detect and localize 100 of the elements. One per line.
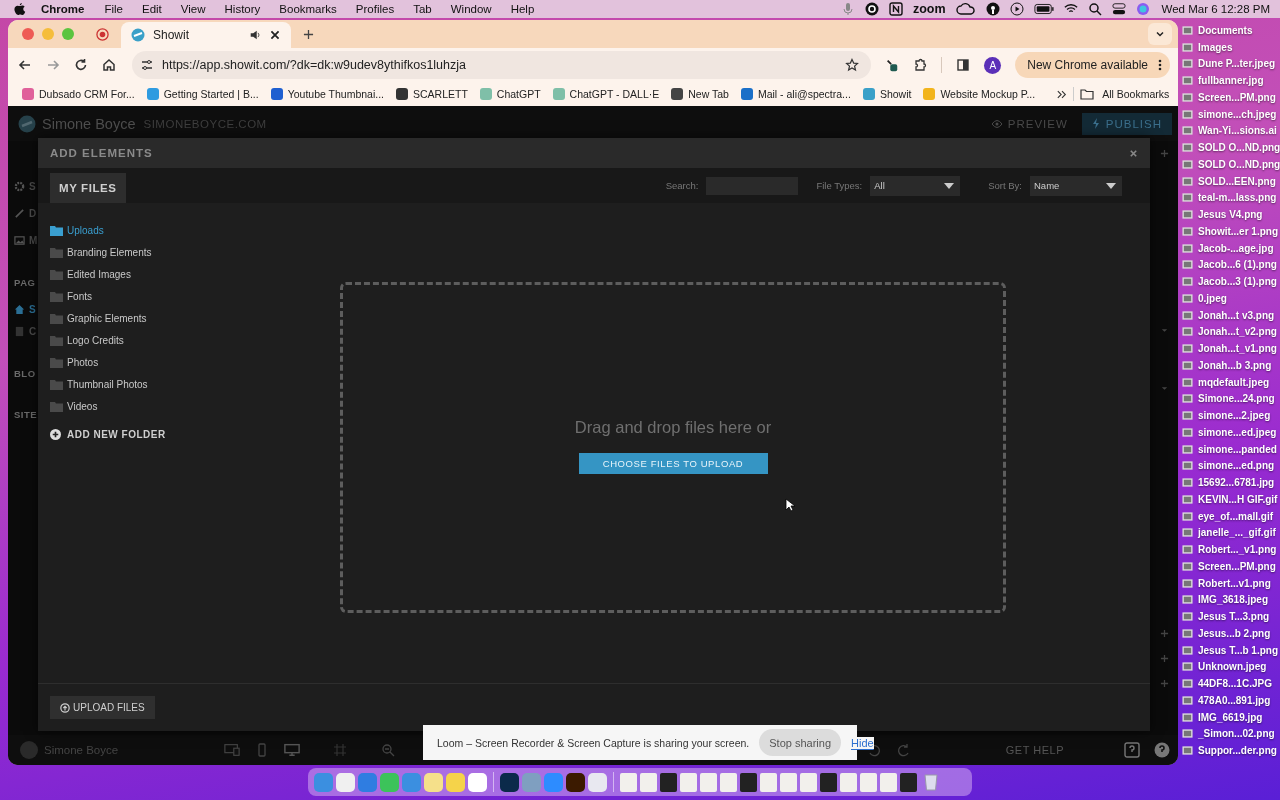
- stop-sharing-button[interactable]: Stop sharing: [759, 729, 841, 756]
- file-icon[interactable]: [1182, 544, 1193, 556]
- plus-icon[interactable]: [1160, 679, 1169, 688]
- menu-item[interactable]: Profiles: [355, 3, 395, 15]
- document-icon[interactable]: [760, 772, 777, 792]
- file-name[interactable]: Suppor...der.png: [1198, 745, 1277, 757]
- bookmark[interactable]: ChatGPT - DALL·E: [552, 88, 660, 100]
- file-icon[interactable]: [1182, 661, 1193, 673]
- document-icon[interactable]: [700, 772, 717, 792]
- file-icon[interactable]: [1182, 460, 1193, 472]
- browser-tab[interactable]: Showit: [121, 22, 291, 48]
- file-name[interactable]: Screen...PM.png: [1198, 560, 1276, 572]
- file-icon[interactable]: [1182, 225, 1193, 237]
- file-icon[interactable]: [1182, 443, 1193, 455]
- folder-item[interactable]: Graphic Elements: [50, 307, 328, 329]
- folder-item[interactable]: Edited Images: [50, 263, 328, 285]
- file-icon[interactable]: [1182, 209, 1193, 221]
- file-name[interactable]: Jonah...b 3.png: [1198, 359, 1272, 371]
- app-icon[interactable]: [588, 772, 607, 792]
- close-icon[interactable]: [269, 29, 281, 41]
- document-icon[interactable]: [640, 772, 657, 792]
- file-icon[interactable]: [1182, 594, 1193, 606]
- file-name[interactable]: Jonah...t v3.png: [1198, 309, 1275, 321]
- circle-logo-icon[interactable]: [864, 2, 879, 16]
- file-name[interactable]: teal-m...lass.png: [1198, 192, 1277, 204]
- file-icon[interactable]: [1182, 108, 1193, 120]
- file-icon[interactable]: [1182, 24, 1193, 36]
- files-tab[interactable]: MY FILES: [50, 173, 126, 203]
- menu-item[interactable]: Window: [450, 3, 492, 15]
- file-name[interactable]: mqdefault.jpeg: [1198, 376, 1270, 388]
- file-icon[interactable]: [1182, 158, 1193, 170]
- document-icon[interactable]: [860, 772, 877, 792]
- profile-avatar[interactable]: A: [984, 56, 1002, 74]
- bookmark[interactable]: ChatGPT: [479, 88, 541, 100]
- file-icon[interactable]: [1182, 376, 1193, 388]
- file-icon[interactable]: [1182, 259, 1193, 271]
- app-icon[interactable]: [424, 772, 443, 792]
- speaker-icon[interactable]: [249, 29, 261, 41]
- cloud-icon[interactable]: [955, 2, 976, 16]
- folder-item[interactable]: Branding Elements: [50, 241, 328, 263]
- file-icon[interactable]: [1182, 242, 1193, 254]
- extension-icon[interactable]: [885, 58, 900, 72]
- file-icon[interactable]: [1182, 611, 1193, 623]
- file-name[interactable]: SOLD O...ND.png: [1198, 158, 1280, 170]
- file-name[interactable]: Dune P...ter.jpeg: [1198, 58, 1276, 70]
- file-icon[interactable]: [1182, 728, 1193, 740]
- bookmark[interactable]: Mail - ali@spectra...: [740, 88, 851, 100]
- file-name[interactable]: Jesus V4.png: [1198, 209, 1263, 221]
- file-icon[interactable]: [1182, 711, 1193, 723]
- zoom-out-icon[interactable]: [380, 743, 397, 757]
- image-icon[interactable]: [14, 234, 25, 246]
- zoom-status-label[interactable]: zoom: [912, 2, 946, 16]
- file-name[interactable]: KEVIN...H GIF.gif: [1198, 493, 1278, 505]
- update-chrome-button[interactable]: New Chrome available: [1015, 52, 1170, 78]
- plus-icon[interactable]: [1160, 629, 1169, 638]
- file-icon[interactable]: [1182, 560, 1193, 572]
- showit-logo-icon[interactable]: [18, 114, 36, 133]
- clock[interactable]: Wed Mar 6 12:28 PM: [1161, 3, 1270, 15]
- battery-icon[interactable]: [1033, 2, 1054, 16]
- document-icon[interactable]: [740, 772, 757, 792]
- file-icon[interactable]: [1182, 493, 1193, 505]
- star-icon[interactable]: [845, 58, 860, 72]
- file-icon[interactable]: [1182, 276, 1193, 288]
- app-icon[interactable]: [446, 772, 465, 792]
- app-icon[interactable]: [500, 772, 519, 792]
- file-name[interactable]: Robert...v1.png: [1198, 577, 1271, 589]
- more-bookmarks-icon[interactable]: [1057, 89, 1068, 99]
- gear-icon[interactable]: [14, 180, 25, 192]
- trash-icon[interactable]: [924, 773, 938, 791]
- bookmark[interactable]: New Tab: [671, 88, 729, 100]
- forward-icon[interactable]: [46, 58, 60, 72]
- app-icon[interactable]: [468, 772, 487, 792]
- plus-icon[interactable]: [1160, 149, 1169, 158]
- file-icon[interactable]: [1182, 477, 1193, 489]
- close-window-button[interactable]: [22, 28, 34, 40]
- file-icon[interactable]: [1182, 192, 1193, 204]
- app-icon[interactable]: [336, 772, 355, 792]
- file-name[interactable]: Jacob-...age.jpg: [1198, 242, 1274, 254]
- desktop-icon[interactable]: [284, 743, 301, 757]
- file-name[interactable]: Wan-Yi...sions.ai: [1198, 125, 1277, 137]
- file-name[interactable]: Jacob...6 (1).png: [1198, 259, 1277, 271]
- file-name[interactable]: simone...ch.jpeg: [1198, 108, 1277, 120]
- file-name[interactable]: Simone...24.png: [1198, 393, 1275, 405]
- bookmark[interactable]: Dubsado CRM For...: [22, 88, 135, 100]
- tab-search-button[interactable]: [1148, 23, 1172, 45]
- folder-item[interactable]: Videos: [50, 395, 328, 417]
- document-icon[interactable]: [660, 772, 677, 792]
- document-icon[interactable]: [780, 772, 797, 792]
- file-name[interactable]: simone...ed.png: [1198, 460, 1275, 472]
- all-bookmarks-link[interactable]: All Bookmarks: [1080, 88, 1170, 100]
- folder-item[interactable]: Photos: [50, 351, 328, 373]
- file-name[interactable]: Documents: [1198, 24, 1253, 36]
- file-icon[interactable]: [1182, 58, 1193, 70]
- file-name[interactable]: IMG_6619.jpg: [1198, 711, 1263, 723]
- file-icon[interactable]: [1182, 326, 1193, 338]
- add-folder-button[interactable]: ADD NEW FOLDER: [50, 429, 166, 440]
- file-icon[interactable]: [1182, 309, 1193, 321]
- file-icon[interactable]: [1182, 745, 1193, 757]
- document-icon[interactable]: [620, 772, 637, 792]
- file-icon[interactable]: [1182, 75, 1193, 87]
